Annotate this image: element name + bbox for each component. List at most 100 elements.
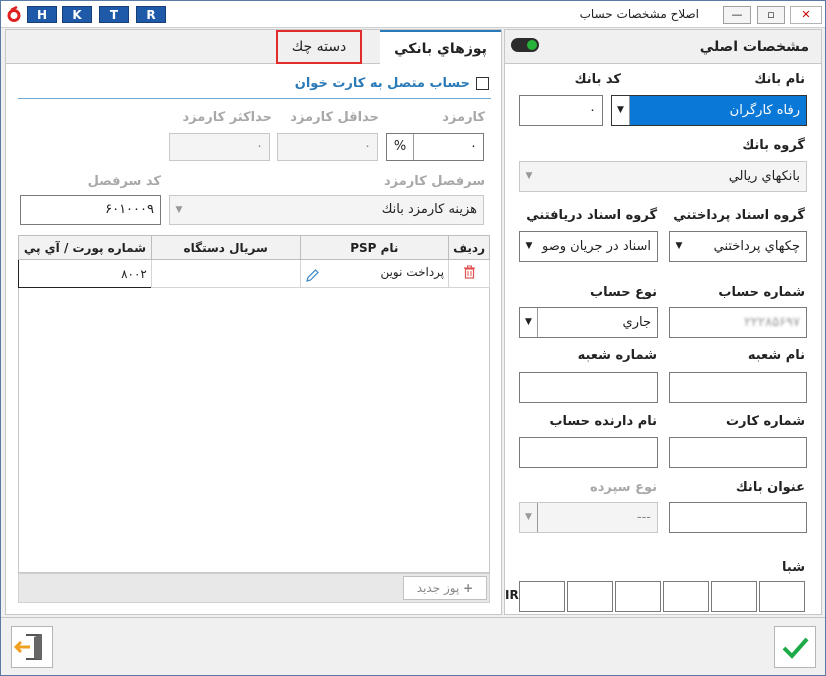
main-info-panel: مشخصات اصلي نام بانك كد بانك رفاه كارگرا… (504, 29, 822, 615)
fee-value: ۰ (470, 139, 477, 154)
account-number-value: ۲۲۲۸۵۶۹۷ (744, 315, 800, 330)
account-type-label: نوع حساب (590, 285, 657, 300)
hotkey-r-button[interactable]: R (136, 6, 166, 23)
tab-bank-pos[interactable]: پوزهاي بانكي (380, 30, 501, 64)
hotkey-h-button[interactable]: H (27, 6, 57, 23)
bank-name-select[interactable]: رفاه كارگران ▼ (611, 95, 807, 126)
delete-row-cell[interactable] (448, 259, 490, 288)
hotkey-k-button[interactable]: K (62, 6, 92, 23)
main-info-title: مشخصات اصلي (699, 39, 809, 55)
deposit-type-select[interactable]: --- ▼ (519, 502, 658, 533)
checkmark-icon (782, 637, 809, 659)
fee-ledger-dropdown-icon[interactable]: ▼ (170, 196, 188, 224)
card-reader-checkbox-row[interactable]: حساب متصل به كارت خوان (295, 76, 489, 91)
account-number-input[interactable]: ۲۲۲۸۵۶۹۷ (669, 307, 807, 338)
account-type-dropdown-icon[interactable]: ▼ (520, 308, 538, 337)
branch-name-input[interactable] (669, 372, 807, 403)
tab-strip: پوزهاي بانكي دسته چك (6, 30, 501, 64)
sheba-field-3[interactable] (615, 581, 661, 612)
minimize-button[interactable]: — (723, 6, 751, 24)
bank-code-input[interactable]: ۰ (519, 95, 603, 126)
max-fee-label: حداكثر كارمزد (182, 110, 272, 125)
account-type-select[interactable]: جاري ▼ (519, 307, 658, 338)
sheba-prefix: IR (505, 588, 519, 602)
col-psp-name: نام PSP (299, 235, 450, 260)
min-fee-value: ۰ (364, 139, 371, 154)
bank-code-value: ۰ (589, 103, 596, 118)
main-info-toggle[interactable] (511, 38, 539, 52)
recv-doc-group-select[interactable]: اسناد در جريان وصو ▼ (519, 231, 658, 262)
recv-doc-group-value: اسناد در جريان وصو (541, 239, 651, 254)
hotkey-t-button[interactable]: T (99, 6, 129, 23)
table-footer-bar: + پوز جديد (18, 573, 490, 603)
add-pos-button[interactable]: + پوز جديد (403, 576, 487, 600)
recv-doc-group-label: گروه اسناد دريافتني (526, 208, 657, 223)
window-title: اصلاح مشخصات حساب (579, 7, 699, 21)
bank-name-label: نام بانك (754, 72, 805, 87)
min-fee-label: حداقل كارمزد (290, 110, 379, 125)
sheba-field-2[interactable] (567, 581, 613, 612)
restore-button[interactable]: ▫ (757, 6, 785, 24)
fee-input[interactable]: ۰ % (386, 133, 484, 161)
port-cell[interactable]: ۸۰۰۲ (18, 259, 152, 288)
bank-name-dropdown-icon[interactable]: ▼ (612, 96, 630, 125)
bank-group-label: گروه بانك (742, 138, 805, 153)
bank-group-value: بانكهاي ريالي (728, 169, 800, 184)
bank-title-label: عنوان بانك (735, 480, 805, 495)
sheba-field-5[interactable] (711, 581, 757, 612)
main-info-header: مشخصات اصلي (505, 30, 821, 64)
app-logo-icon (7, 6, 21, 22)
bank-group-select[interactable]: بانكهاي ريالي ▼ (519, 161, 807, 192)
bank-title-input[interactable] (669, 502, 807, 533)
close-button[interactable]: ✕ (790, 6, 822, 24)
branch-name-label: نام شعبه (747, 348, 805, 363)
max-fee-value: ۰ (256, 139, 263, 154)
fee-ledger-label: سرفصل كارمزد (383, 174, 485, 189)
trash-icon[interactable] (463, 265, 476, 279)
holder-name-input[interactable] (519, 437, 658, 468)
branch-number-input[interactable] (519, 372, 658, 403)
footer-bar (1, 617, 825, 675)
ledger-code-label: كد سرفصل (87, 174, 161, 189)
serial-cell[interactable] (150, 259, 301, 288)
toggle-knob (527, 40, 537, 50)
tab-checkbooks[interactable]: دسته چك (276, 30, 362, 64)
sheba-label: شبا (782, 560, 805, 575)
table-row[interactable]: پرداخت نوين ۸۰۰۲ (18, 259, 490, 288)
main-window: H K T R اصلاح مشخصات حساب — ▫ ✕ مشخصات ا… (0, 0, 826, 676)
edit-icon[interactable] (305, 268, 320, 283)
col-device-serial: سريال دستگاه (150, 235, 301, 260)
sheba-field-4[interactable] (663, 581, 709, 612)
pay-doc-group-label: گروه اسناد پرداختني (673, 208, 805, 223)
sheba-field-1[interactable] (519, 581, 565, 612)
col-port-ip: شماره پورت / آي پي (18, 235, 152, 260)
account-type-value: جاري (622, 315, 651, 330)
confirm-button[interactable] (774, 626, 816, 668)
holder-name-label: نام دارنده حساب (549, 414, 657, 429)
max-fee-input[interactable]: ۰ (169, 133, 270, 161)
exit-door-icon (13, 634, 42, 660)
min-fee-input[interactable]: ۰ (277, 133, 378, 161)
sheba-field-6[interactable] (759, 581, 805, 612)
pay-doc-group-dropdown-icon[interactable]: ▼ (670, 232, 688, 261)
tabs-panel: پوزهاي بانكي دسته چك حساب متصل به كارت خ… (5, 29, 502, 615)
exit-button[interactable] (11, 626, 53, 668)
deposit-type-dropdown-icon[interactable]: ▼ (520, 503, 538, 532)
deposit-type-label: نوع سپرده (590, 480, 657, 495)
bank-group-dropdown-icon[interactable]: ▼ (520, 162, 538, 191)
title-bar: H K T R اصلاح مشخصات حساب — ▫ ✕ (1, 1, 825, 28)
psp-cell[interactable]: پرداخت نوين (299, 259, 450, 288)
psp-value: پرداخت نوين (380, 264, 445, 279)
recv-doc-group-dropdown-icon[interactable]: ▼ (520, 232, 538, 261)
bank-code-label: كد بانك (574, 72, 621, 87)
ledger-code-input[interactable]: ۶۰۱۰۰۰۹ (20, 195, 161, 225)
pay-doc-group-select[interactable]: چكهاي پرداختني ▼ (669, 231, 807, 262)
fee-ledger-select[interactable]: هزينه كارمزد بانك ▼ (169, 195, 484, 225)
divider (18, 98, 491, 99)
fee-unit-divider (413, 134, 414, 160)
plus-icon: + (463, 581, 474, 595)
pay-doc-group-value: چكهاي پرداختني (713, 239, 800, 254)
card-reader-checkbox[interactable] (476, 77, 489, 90)
card-number-input[interactable] (669, 437, 807, 468)
account-number-label: شماره حساب (718, 285, 805, 300)
